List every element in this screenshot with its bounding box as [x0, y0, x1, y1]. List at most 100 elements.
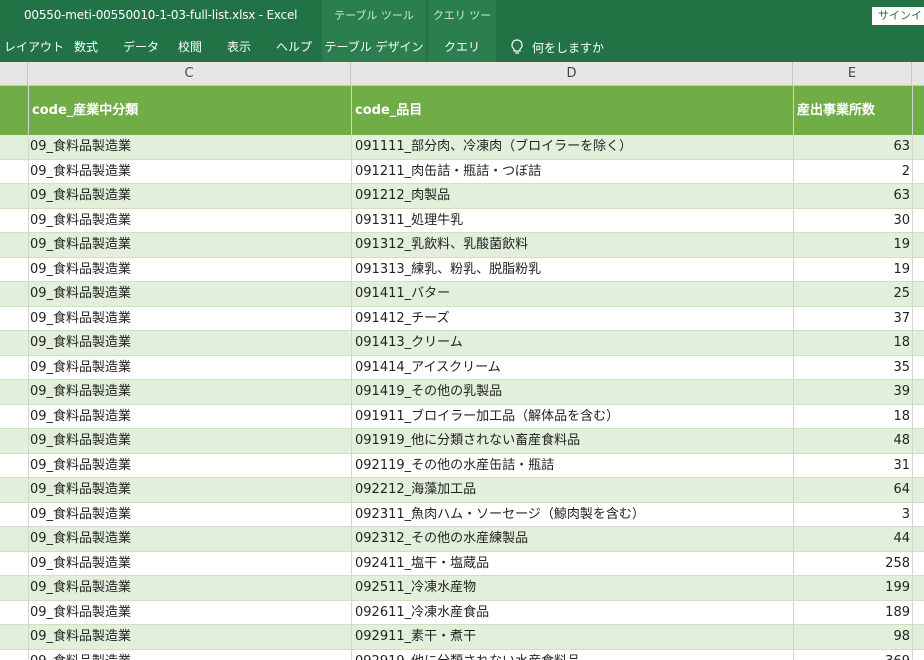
- table-row[interactable]: 09_食料品製造業 091212_肉製品 63: [0, 184, 924, 209]
- cell-industry-code[interactable]: 09_食料品製造業: [30, 160, 131, 184]
- table-row[interactable]: 09_食料品製造業 092212_海藻加工品 64: [0, 478, 924, 503]
- cell-item-code[interactable]: 091419_その他の乳製品: [355, 380, 502, 404]
- cell-industry-code[interactable]: 09_食料品製造業: [30, 454, 131, 478]
- signin-button[interactable]: サインイン: [872, 7, 924, 25]
- cell-establishment-count[interactable]: 63: [797, 184, 910, 208]
- header-industry-code[interactable]: code_産業中分類: [32, 86, 138, 135]
- cell-industry-code[interactable]: 09_食料品製造業: [30, 135, 131, 159]
- cell-establishment-count[interactable]: 258: [797, 552, 910, 576]
- cell-item-code[interactable]: 092312_その他の水産練製品: [355, 527, 528, 551]
- cell-industry-code[interactable]: 09_食料品製造業: [30, 405, 131, 429]
- cell-industry-code[interactable]: 09_食料品製造業: [30, 625, 131, 649]
- table-row[interactable]: 09_食料品製造業 091311_処理牛乳 30: [0, 208, 924, 233]
- cell-item-code[interactable]: 091212_肉製品: [355, 184, 450, 208]
- cell-establishment-count[interactable]: 369: [797, 650, 910, 660]
- tell-me-search[interactable]: 何をしますか: [510, 32, 604, 62]
- cell-industry-code[interactable]: 09_食料品製造業: [30, 478, 131, 502]
- cell-item-code[interactable]: 092411_塩干・塩蔵品: [355, 552, 489, 576]
- column-header-e[interactable]: E: [793, 62, 912, 86]
- cell-industry-code[interactable]: 09_食料品製造業: [30, 209, 131, 233]
- cell-industry-code[interactable]: 09_食料品製造業: [30, 307, 131, 331]
- cell-industry-code[interactable]: 09_食料品製造業: [30, 527, 131, 551]
- table-row[interactable]: 09_食料品製造業 092312_その他の水産練製品 44: [0, 527, 924, 552]
- tab-help[interactable]: ヘルプ: [276, 32, 312, 62]
- tab-table-design[interactable]: テーブル デザイン: [322, 32, 426, 62]
- column-header-c[interactable]: C: [28, 62, 351, 86]
- cell-establishment-count[interactable]: 189: [797, 601, 910, 625]
- cell-establishment-count[interactable]: 31: [797, 454, 910, 478]
- cell-item-code[interactable]: 092611_冷凍水産食品: [355, 601, 489, 625]
- cell-item-code[interactable]: 091111_部分肉、冷凍肉（ブロイラーを除く）: [355, 135, 632, 159]
- cell-establishment-count[interactable]: 48: [797, 429, 910, 453]
- table-row[interactable]: 09_食料品製造業 092911_素干・煮干 98: [0, 625, 924, 650]
- worksheet-grid[interactable]: code_産業中分類 code_品目 産出事業所数 09_食料品製造業 09111…: [0, 86, 924, 660]
- tab-view[interactable]: 表示: [227, 32, 251, 62]
- cell-industry-code[interactable]: 09_食料品製造業: [30, 258, 131, 282]
- cell-establishment-count[interactable]: 19: [797, 258, 910, 282]
- table-row[interactable]: 09_食料品製造業 091413_クリーム 18: [0, 331, 924, 356]
- cell-item-code[interactable]: 092511_冷凍水産物: [355, 576, 476, 600]
- cell-item-code[interactable]: 091312_乳飲料、乳酸菌飲料: [355, 233, 528, 257]
- cell-item-code[interactable]: 091413_クリーム: [355, 331, 463, 355]
- cell-item-code[interactable]: 091412_チーズ: [355, 307, 449, 331]
- table-row[interactable]: 09_食料品製造業 091313_練乳、粉乳、脱脂粉乳 19: [0, 257, 924, 282]
- tab-review[interactable]: 校閲: [178, 32, 202, 62]
- cell-industry-code[interactable]: 09_食料品製造業: [30, 331, 131, 355]
- cell-industry-code[interactable]: 09_食料品製造業: [30, 601, 131, 625]
- cell-industry-code[interactable]: 09_食料品製造業: [30, 356, 131, 380]
- cell-establishment-count[interactable]: 30: [797, 209, 910, 233]
- table-row[interactable]: 09_食料品製造業 091919_他に分類されない畜産食料品 48: [0, 429, 924, 454]
- cell-item-code[interactable]: 091414_アイスクリーム: [355, 356, 501, 380]
- table-row[interactable]: 09_食料品製造業 092311_魚肉ハム・ソーセージ（鯨肉製を含む） 3: [0, 502, 924, 527]
- table-row[interactable]: 09_食料品製造業 091911_ブロイラー加工品（解体品を含む） 18: [0, 404, 924, 429]
- cell-establishment-count[interactable]: 18: [797, 331, 910, 355]
- cell-item-code[interactable]: 091311_処理牛乳: [355, 209, 463, 233]
- table-row[interactable]: 09_食料品製造業 092119_その他の水産缶詰・瓶詰 31: [0, 453, 924, 478]
- cell-establishment-count[interactable]: 37: [797, 307, 910, 331]
- cell-item-code[interactable]: 092911_素干・煮干: [355, 625, 476, 649]
- tab-data[interactable]: データ: [123, 32, 159, 62]
- cell-item-code[interactable]: 092919_他に分類されない水産食料品: [355, 650, 580, 660]
- cell-item-code[interactable]: 092119_その他の水産缶詰・瓶詰: [355, 454, 554, 478]
- cell-establishment-count[interactable]: 39: [797, 380, 910, 404]
- cell-industry-code[interactable]: 09_食料品製造業: [30, 552, 131, 576]
- cell-item-code[interactable]: 091313_練乳、粉乳、脱脂粉乳: [355, 258, 541, 282]
- header-establishment-count[interactable]: 産出事業所数: [797, 86, 885, 135]
- cell-industry-code[interactable]: 09_食料品製造業: [30, 503, 131, 527]
- table-row[interactable]: 09_食料品製造業 092511_冷凍水産物 199: [0, 576, 924, 601]
- cell-industry-code[interactable]: 09_食料品製造業: [30, 233, 131, 257]
- table-row[interactable]: 09_食料品製造業 091412_チーズ 37: [0, 306, 924, 331]
- table-row[interactable]: 09_食料品製造業 091419_その他の乳製品 39: [0, 380, 924, 405]
- cell-establishment-count[interactable]: 63: [797, 135, 910, 159]
- cell-establishment-count[interactable]: 35: [797, 356, 910, 380]
- tab-page-layout[interactable]: レイアウト: [4, 32, 64, 62]
- cell-industry-code[interactable]: 09_食料品製造業: [30, 184, 131, 208]
- tab-formulas[interactable]: 数式: [74, 32, 98, 62]
- cell-establishment-count[interactable]: 98: [797, 625, 910, 649]
- table-row[interactable]: 09_食料品製造業 092411_塩干・塩蔵品 258: [0, 551, 924, 576]
- cell-establishment-count[interactable]: 64: [797, 478, 910, 502]
- cell-industry-code[interactable]: 09_食料品製造業: [30, 650, 131, 660]
- table-row[interactable]: 09_食料品製造業 092919_他に分類されない水産食料品 369: [0, 649, 924, 660]
- cell-establishment-count[interactable]: 199: [797, 576, 910, 600]
- cell-item-code[interactable]: 091411_バター: [355, 282, 450, 306]
- table-row[interactable]: 09_食料品製造業 091414_アイスクリーム 35: [0, 355, 924, 380]
- cell-item-code[interactable]: 091919_他に分類されない畜産食料品: [355, 429, 580, 453]
- cell-item-code[interactable]: 092311_魚肉ハム・ソーセージ（鯨肉製を含む）: [355, 503, 645, 527]
- cell-establishment-count[interactable]: 18: [797, 405, 910, 429]
- cell-establishment-count[interactable]: 19: [797, 233, 910, 257]
- table-row[interactable]: 09_食料品製造業 091411_バター 25: [0, 282, 924, 307]
- cell-industry-code[interactable]: 09_食料品製造業: [30, 282, 131, 306]
- header-item-code[interactable]: code_品目: [355, 86, 422, 135]
- cell-establishment-count[interactable]: 3: [797, 503, 910, 527]
- table-row[interactable]: 09_食料品製造業 092611_冷凍水産食品 189: [0, 600, 924, 625]
- table-row[interactable]: 09_食料品製造業 091111_部分肉、冷凍肉（ブロイラーを除く） 63: [0, 135, 924, 160]
- tab-query[interactable]: クエリ: [428, 32, 496, 62]
- cell-industry-code[interactable]: 09_食料品製造業: [30, 429, 131, 453]
- cell-industry-code[interactable]: 09_食料品製造業: [30, 380, 131, 404]
- cell-establishment-count[interactable]: 2: [797, 160, 910, 184]
- cell-item-code[interactable]: 091911_ブロイラー加工品（解体品を含む）: [355, 405, 619, 429]
- cell-item-code[interactable]: 092212_海藻加工品: [355, 478, 476, 502]
- cell-item-code[interactable]: 091211_肉缶詰・瓶詰・つぼ詰: [355, 160, 541, 184]
- table-row[interactable]: 09_食料品製造業 091211_肉缶詰・瓶詰・つぼ詰 2: [0, 159, 924, 184]
